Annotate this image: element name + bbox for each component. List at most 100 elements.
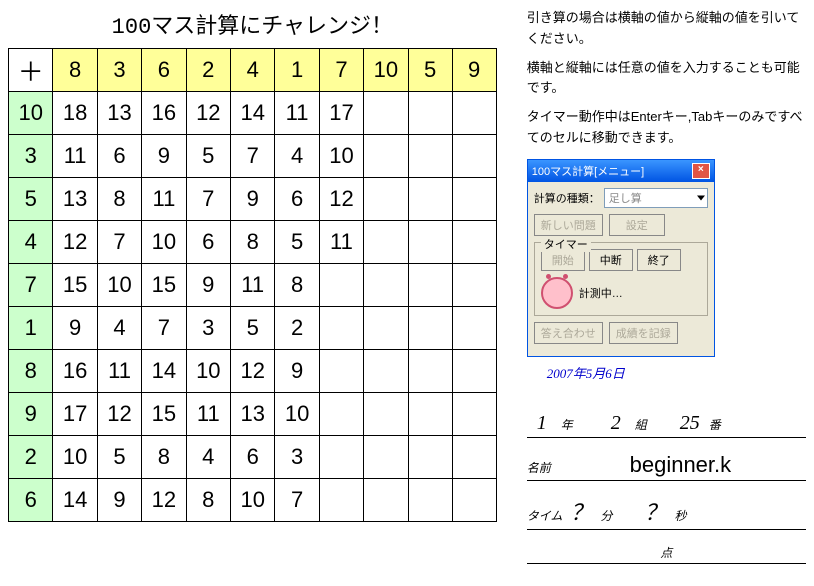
answer-cell[interactable]: 18 [53,92,97,135]
answer-cell[interactable]: 11 [53,135,97,178]
answer-cell[interactable] [408,135,452,178]
close-icon[interactable]: × [692,163,710,179]
answer-cell[interactable]: 7 [186,178,230,221]
answer-cell[interactable]: 13 [53,178,97,221]
answer-cell[interactable]: 12 [186,92,230,135]
row-header[interactable]: 9 [9,393,53,436]
answer-cell[interactable]: 17 [319,92,363,135]
answer-cell[interactable] [408,178,452,221]
answer-cell[interactable]: 12 [319,178,363,221]
answer-cell[interactable]: 5 [275,221,319,264]
row-header[interactable]: 5 [9,178,53,221]
answer-cell[interactable]: 12 [53,221,97,264]
answer-cell[interactable]: 9 [186,264,230,307]
answer-cell[interactable] [408,92,452,135]
answer-cell[interactable]: 6 [275,178,319,221]
answer-cell[interactable]: 5 [186,135,230,178]
answer-cell[interactable]: 10 [231,479,275,522]
answer-cell[interactable] [452,178,496,221]
col-header[interactable]: 5 [408,49,452,92]
answer-cell[interactable]: 7 [231,135,275,178]
answer-cell[interactable]: 10 [275,393,319,436]
answer-cell[interactable] [364,92,408,135]
answer-cell[interactable]: 3 [275,436,319,479]
row-header[interactable]: 10 [9,92,53,135]
answer-cell[interactable]: 14 [142,350,186,393]
answer-cell[interactable]: 11 [186,393,230,436]
answer-cell[interactable] [408,350,452,393]
titlebar[interactable]: 100マス計算[メニュー] × [528,160,714,182]
answer-cell[interactable]: 10 [142,221,186,264]
answer-cell[interactable] [364,479,408,522]
answer-cell[interactable]: 8 [275,264,319,307]
answer-cell[interactable]: 3 [186,307,230,350]
answer-cell[interactable]: 8 [97,178,141,221]
answer-cell[interactable]: 16 [53,350,97,393]
answer-cell[interactable] [364,350,408,393]
timer-end-button[interactable]: 終了 [637,249,681,271]
timer-start-button[interactable]: 開始 [541,249,585,271]
answer-cell[interactable] [452,92,496,135]
col-header[interactable]: 4 [231,49,275,92]
answer-cell[interactable] [452,436,496,479]
answer-cell[interactable]: 8 [142,436,186,479]
answer-cell[interactable] [408,264,452,307]
answer-cell[interactable]: 11 [231,264,275,307]
answer-cell[interactable] [364,436,408,479]
row-header[interactable]: 7 [9,264,53,307]
answer-cell[interactable]: 10 [97,264,141,307]
answer-cell[interactable]: 4 [97,307,141,350]
answer-cell[interactable] [408,479,452,522]
answer-cell[interactable] [408,307,452,350]
answer-cell[interactable]: 9 [142,135,186,178]
answer-cell[interactable]: 9 [275,350,319,393]
answer-cell[interactable]: 15 [53,264,97,307]
col-header[interactable]: 9 [452,49,496,92]
answer-cell[interactable] [364,135,408,178]
answer-cell[interactable] [319,393,363,436]
answer-cell[interactable] [364,221,408,264]
col-header[interactable]: 6 [142,49,186,92]
answer-cell[interactable] [408,221,452,264]
row-header[interactable]: 6 [9,479,53,522]
answer-cell[interactable]: 17 [53,393,97,436]
answer-cell[interactable]: 15 [142,264,186,307]
answer-cell[interactable]: 9 [53,307,97,350]
row-header[interactable]: 1 [9,307,53,350]
answer-cell[interactable]: 5 [231,307,275,350]
answer-cell[interactable]: 7 [275,479,319,522]
answer-cell[interactable]: 13 [97,92,141,135]
answer-cell[interactable]: 10 [53,436,97,479]
row-header[interactable]: 4 [9,221,53,264]
answer-cell[interactable] [452,221,496,264]
answer-cell[interactable] [364,307,408,350]
answer-cell[interactable]: 11 [275,92,319,135]
answer-cell[interactable]: 8 [186,479,230,522]
answer-cell[interactable]: 14 [231,92,275,135]
answer-cell[interactable] [364,264,408,307]
answer-cell[interactable] [452,479,496,522]
answer-cell[interactable]: 9 [97,479,141,522]
answer-cell[interactable] [452,264,496,307]
calc-type-dropdown[interactable]: 足し算 [604,188,708,208]
answer-cell[interactable]: 15 [142,393,186,436]
answer-cell[interactable]: 9 [231,178,275,221]
row-header[interactable]: 3 [9,135,53,178]
col-header[interactable]: 1 [275,49,319,92]
answer-cell[interactable]: 11 [319,221,363,264]
answer-cell[interactable]: 7 [142,307,186,350]
answer-cell[interactable] [408,393,452,436]
answer-cell[interactable]: 4 [186,436,230,479]
answer-cell[interactable]: 13 [231,393,275,436]
answer-cell[interactable] [452,350,496,393]
answer-cell[interactable]: 11 [142,178,186,221]
record-score-button[interactable]: 成績を記録 [609,322,678,344]
answer-cell[interactable] [364,393,408,436]
col-header[interactable]: 2 [186,49,230,92]
answer-cell[interactable] [319,350,363,393]
answer-cell[interactable] [319,264,363,307]
answer-cell[interactable]: 5 [97,436,141,479]
answer-cell[interactable] [319,307,363,350]
answer-cell[interactable]: 6 [186,221,230,264]
answer-cell[interactable]: 14 [53,479,97,522]
